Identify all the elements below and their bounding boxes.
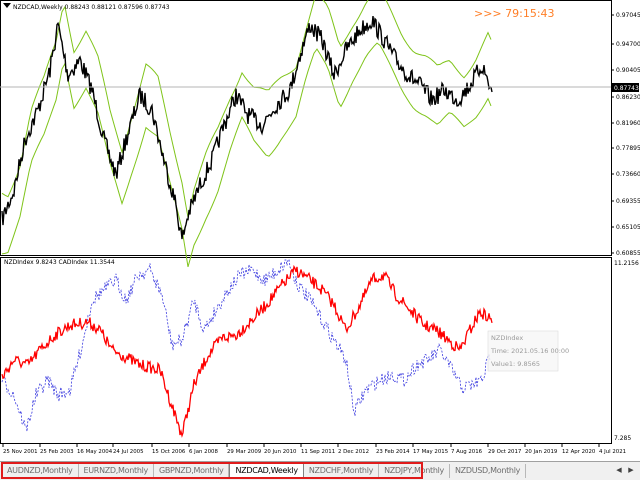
- time-label: 2 Dec 2012: [338, 449, 369, 455]
- time-label: 29 Oct 2017: [488, 449, 521, 455]
- chart-background: [0, 0, 640, 461]
- tab-scroll-left-icon[interactable]: ◀: [614, 465, 624, 476]
- time-label: 20 Jun 2010: [264, 449, 297, 455]
- time-label: 29 Mar 2009: [227, 449, 262, 455]
- price-label: 0.81960: [616, 120, 640, 127]
- time-label: 12 Apr 2020: [562, 449, 596, 455]
- tooltip-title: NZDIndex: [491, 334, 523, 342]
- sub-bottom-value: 7.285: [614, 435, 631, 442]
- time-label: 20 Jan 2019: [525, 449, 558, 455]
- price-label: 0.97045: [616, 12, 640, 19]
- time-label: 15 Oct 2006: [152, 449, 186, 455]
- time-label: 25 Feb 2003: [40, 449, 74, 455]
- tab-list: AUDNZD,Monthly EURNZD,Monthly GBPNZD,Month…: [2, 463, 527, 479]
- chart-tab-bar: AUDNZD,Monthly EURNZD,Monthly GBPNZD,Month…: [0, 461, 640, 480]
- bar-timer: >>> 79:15:43: [474, 7, 555, 20]
- time-label: 6 Jan 2008: [189, 449, 218, 455]
- sub-chart-header: NZDIndex 9.8243 CADIndex 11.3544: [4, 259, 115, 266]
- sub-top-value: 11.2156: [614, 260, 639, 267]
- time-label: 7 Aug 2016: [451, 449, 483, 455]
- tab-nzdusd-monthly[interactable]: NZDUSD,Monthly: [450, 464, 527, 478]
- price-label: 0.77895: [616, 145, 640, 152]
- tab-gbpnzd-monthly[interactable]: GBPNZD,Monthly: [154, 464, 230, 478]
- time-label: 11 Sep 2011: [301, 449, 335, 455]
- time-label: 16 May 2004: [77, 449, 113, 455]
- tab-audnzd-monthly[interactable]: AUDNZD,Monthly: [2, 464, 79, 478]
- time-label: 17 May 2015: [413, 449, 448, 455]
- price-label: 0.65105: [616, 224, 640, 231]
- tab-scroll-right-icon[interactable]: ▶: [626, 465, 636, 476]
- tab-nzdcad-weekly[interactable]: NZDCAD,Weekly: [229, 463, 304, 479]
- tab-eurnzd-monthly[interactable]: EURNZD,Monthly: [79, 464, 154, 478]
- price-label: 0.60855: [616, 250, 640, 257]
- time-label: 24 Jul 2005: [113, 449, 144, 455]
- price-label: 0.86230: [616, 94, 640, 101]
- price-label: 0.90405: [616, 67, 640, 74]
- tooltip-time: Time: 2021.05.16 00:00: [490, 347, 569, 355]
- tab-nzdjpy-monthly[interactable]: NZDJPY,Monthly: [379, 464, 450, 478]
- price-label: 0.69355: [616, 198, 640, 205]
- current-price-label: 0.87743: [614, 85, 639, 92]
- time-label: 25 Nov 2001: [3, 449, 38, 455]
- chart-window[interactable]: NZDCAD,Weekly 0.88243 0.88121 0.87596 0.…: [0, 0, 640, 461]
- data-tooltip: NZDIndex Time: 2021.05.16 00:00 Value1: …: [487, 330, 569, 372]
- tooltip-value: Value1: 9.8565: [491, 360, 540, 368]
- time-label: 23 Feb 2014: [376, 449, 410, 455]
- time-label: 4 Jul 2021: [599, 449, 626, 455]
- price-label: 0.73660: [616, 171, 640, 178]
- price-label: 0.94700: [616, 41, 640, 48]
- tab-nzdchf-monthly[interactable]: NZDCHF,Monthly: [304, 464, 380, 478]
- main-chart-header: NZDCAD,Weekly 0.88243 0.88121 0.87596 0.…: [13, 4, 170, 11]
